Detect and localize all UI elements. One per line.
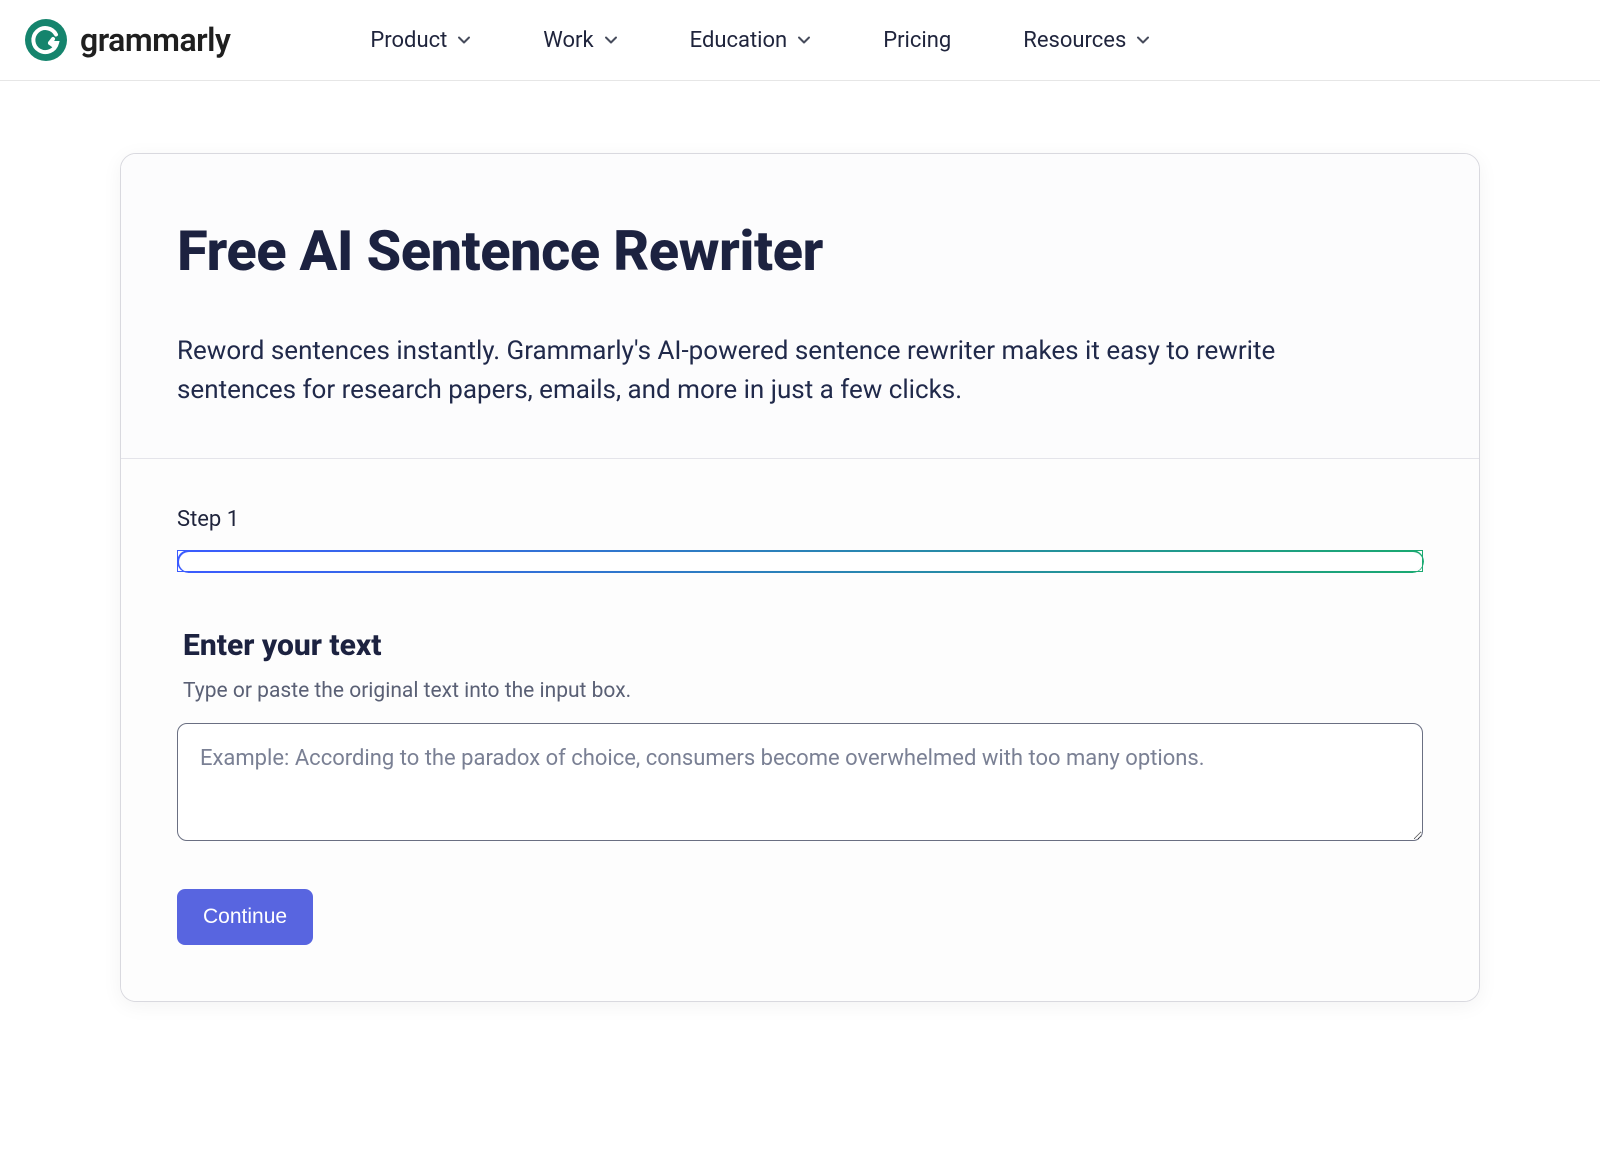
section-heading: Enter your text	[183, 628, 1423, 663]
brand-logo[interactable]: grammarly	[24, 18, 230, 62]
continue-button[interactable]: Continue	[177, 889, 313, 945]
card-header: Free AI Sentence Rewriter Reword sentenc…	[121, 154, 1479, 459]
progress-track	[180, 553, 1421, 570]
nav-label: Education	[690, 28, 788, 53]
header: grammarly Product Work Education Pricing…	[0, 0, 1600, 81]
nav-label: Work	[543, 28, 593, 53]
nav-item-education[interactable]: Education	[690, 28, 812, 53]
section-subtext: Type or paste the original text into the…	[183, 679, 1423, 703]
page-title: Free AI Sentence Rewriter	[177, 218, 1423, 284]
brand-name: grammarly	[80, 21, 230, 59]
chevron-down-icon	[457, 33, 471, 47]
nav-label: Resources	[1023, 28, 1126, 53]
card-body: Step 1 Enter your text Type or paste the…	[121, 459, 1479, 1001]
nav-label: Pricing	[883, 28, 951, 53]
tool-card: Free AI Sentence Rewriter Reword sentenc…	[120, 153, 1480, 1002]
chevron-down-icon	[1136, 33, 1150, 47]
nav-label: Product	[370, 28, 447, 53]
step-progress-bar	[177, 550, 1423, 572]
grammarly-logo-icon	[24, 18, 68, 62]
text-input[interactable]	[177, 723, 1423, 841]
nav-item-product[interactable]: Product	[370, 28, 471, 53]
nav-item-work[interactable]: Work	[543, 28, 617, 53]
nav-item-pricing[interactable]: Pricing	[883, 28, 951, 53]
page-subtitle: Reword sentences instantly. Grammarly's …	[177, 332, 1377, 410]
chevron-down-icon	[604, 33, 618, 47]
step-label: Step 1	[177, 507, 1423, 532]
chevron-down-icon	[797, 33, 811, 47]
main-nav: Product Work Education Pricing Resources	[370, 28, 1150, 53]
nav-item-resources[interactable]: Resources	[1023, 28, 1150, 53]
